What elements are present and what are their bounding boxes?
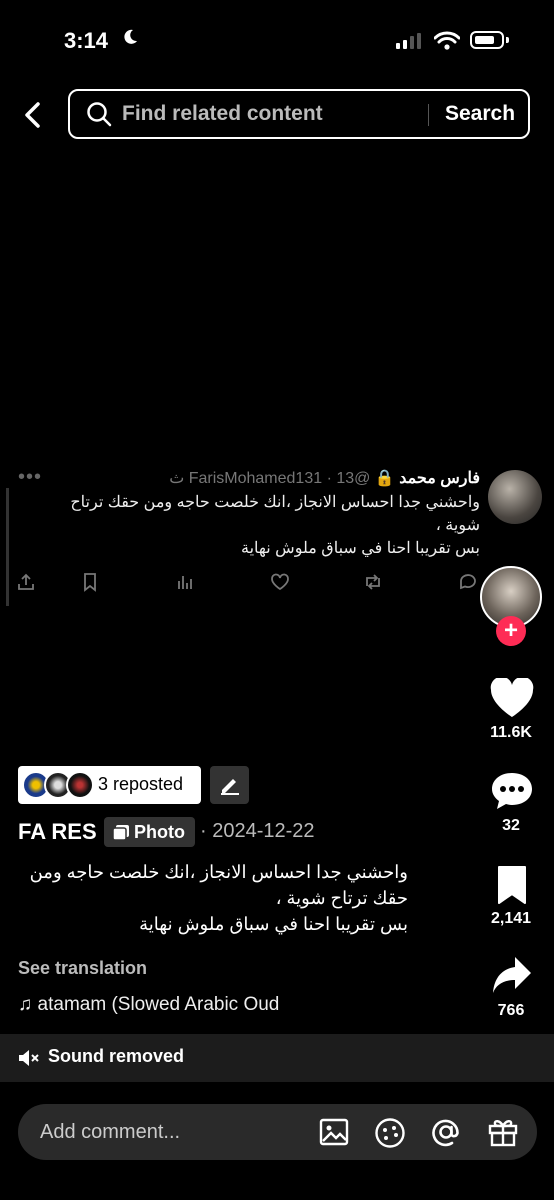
music-title: atamam (Slowed Arabic Oud [37, 994, 280, 1015]
sound-removed-bar: Sound removed [0, 1034, 554, 1082]
photo-label: Photo [134, 822, 185, 842]
more-dots-icon: ••• [18, 466, 43, 488]
tweet-avatar [488, 470, 542, 524]
tweet-handle-time: @FarisMohamed131 · 13 ث [169, 470, 371, 487]
image-icon[interactable] [319, 1117, 349, 1147]
emoji-icon[interactable] [374, 1117, 406, 1149]
tweet-side-bar [6, 488, 9, 606]
search-button[interactable]: Search [445, 102, 515, 126]
signal-icon [396, 33, 421, 49]
battery-tip [506, 37, 509, 43]
battery-icon [470, 31, 504, 49]
comment-placeholder: Add comment... [40, 1121, 181, 1143]
tweet-author-name: فارس محمد [399, 470, 480, 487]
status-time: 3:14 [64, 28, 109, 53]
author-name[interactable]: FA RES [18, 819, 97, 845]
heart-icon[interactable] [490, 678, 534, 718]
search-divider [428, 104, 429, 126]
post-date: · 2024-12-22 [200, 820, 315, 842]
bookmark-icon [84, 573, 96, 592]
moon-icon [124, 29, 137, 44]
share-count: 766 [497, 1002, 525, 1019]
see-translation-link[interactable]: See translation [18, 958, 147, 979]
wifi-icon [434, 31, 460, 50]
gift-icon[interactable] [487, 1116, 519, 1148]
repost-avatar [66, 771, 94, 799]
edit-icon [221, 779, 239, 795]
music-row[interactable]: ♫ atamam (Slowed Arabic Oud [18, 994, 279, 1016]
save-icon[interactable] [496, 866, 528, 904]
tweet-header: فارس محمد 🔒 @FarisMohamed131 · 13 ث [169, 468, 480, 488]
back-arrow-icon[interactable] [18, 100, 48, 130]
analytics-icon [178, 576, 192, 589]
save-count: 2,141 [490, 910, 532, 927]
comment-count: 32 [502, 817, 520, 834]
like-icon [271, 573, 289, 591]
edit-button[interactable] [210, 766, 249, 804]
search-icon [87, 102, 112, 127]
sound-off-icon [19, 1050, 39, 1066]
sound-removed-text: Sound removed [48, 1046, 185, 1066]
repost-pill[interactable]: 3 reposted [18, 766, 201, 804]
mention-icon[interactable] [430, 1116, 462, 1148]
follow-plus-button[interactable]: + [496, 616, 526, 646]
like-count: 11.6K [490, 724, 532, 741]
search-input[interactable]: Find related content [122, 102, 323, 126]
share-icon [18, 573, 34, 590]
photo-icon [112, 825, 129, 841]
repost-count: 3 reposted [98, 774, 184, 794]
music-note-icon: ♫ [18, 994, 33, 1015]
lock-icon: 🔒 [374, 470, 395, 487]
comment-icon[interactable] [490, 771, 534, 811]
share-arrow-icon[interactable] [492, 955, 532, 995]
tweet-text: واحشني جدا احساس الانجاز ،انك خلصت حاجه … [70, 494, 480, 557]
photo-tag: Photo [104, 817, 195, 847]
retweet-icon [366, 574, 380, 590]
reply-icon [460, 574, 476, 590]
post-caption: واحشني جدا احساس الانجاز ،انك خلصت حاجه … [29, 862, 408, 934]
